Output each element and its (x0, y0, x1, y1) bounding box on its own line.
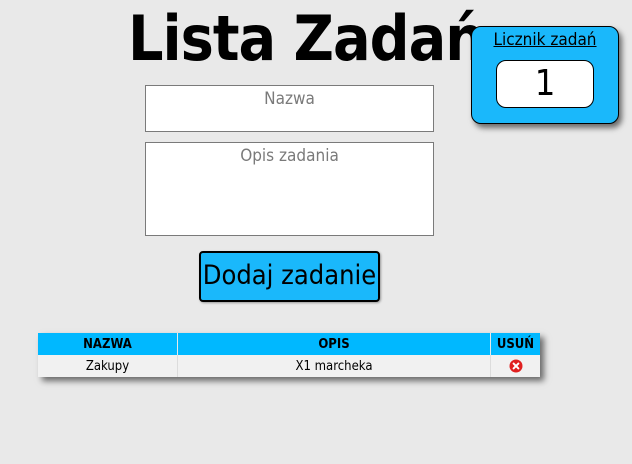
page-title: Lista Zadań (128, 2, 485, 75)
table-row: Zakupy X1 marcheka (38, 355, 540, 377)
close-circle-icon[interactable] (509, 359, 523, 373)
task-counter-label: Licznik zadań (493, 30, 597, 50)
column-header-delete: USUŃ (490, 333, 540, 355)
table-header-row: NAZWA OPIS USUŃ (38, 333, 540, 355)
add-task-button[interactable]: Dodaj zadanie (199, 251, 380, 302)
task-counter-value: 1 (496, 60, 594, 108)
task-description-input[interactable]: Opis zadania (145, 142, 434, 236)
task-name-cell: Zakupy (38, 355, 178, 377)
task-delete-cell (490, 355, 540, 377)
task-counter-panel: Licznik zadań 1 (471, 26, 619, 124)
column-header-description: OPIS (177, 333, 491, 355)
task-description-cell: X1 marcheka (177, 355, 491, 377)
column-header-name: NAZWA (38, 333, 178, 355)
task-name-input[interactable]: Nazwa (145, 85, 434, 132)
task-table: NAZWA OPIS USUŃ Zakupy X1 marcheka (38, 333, 540, 377)
